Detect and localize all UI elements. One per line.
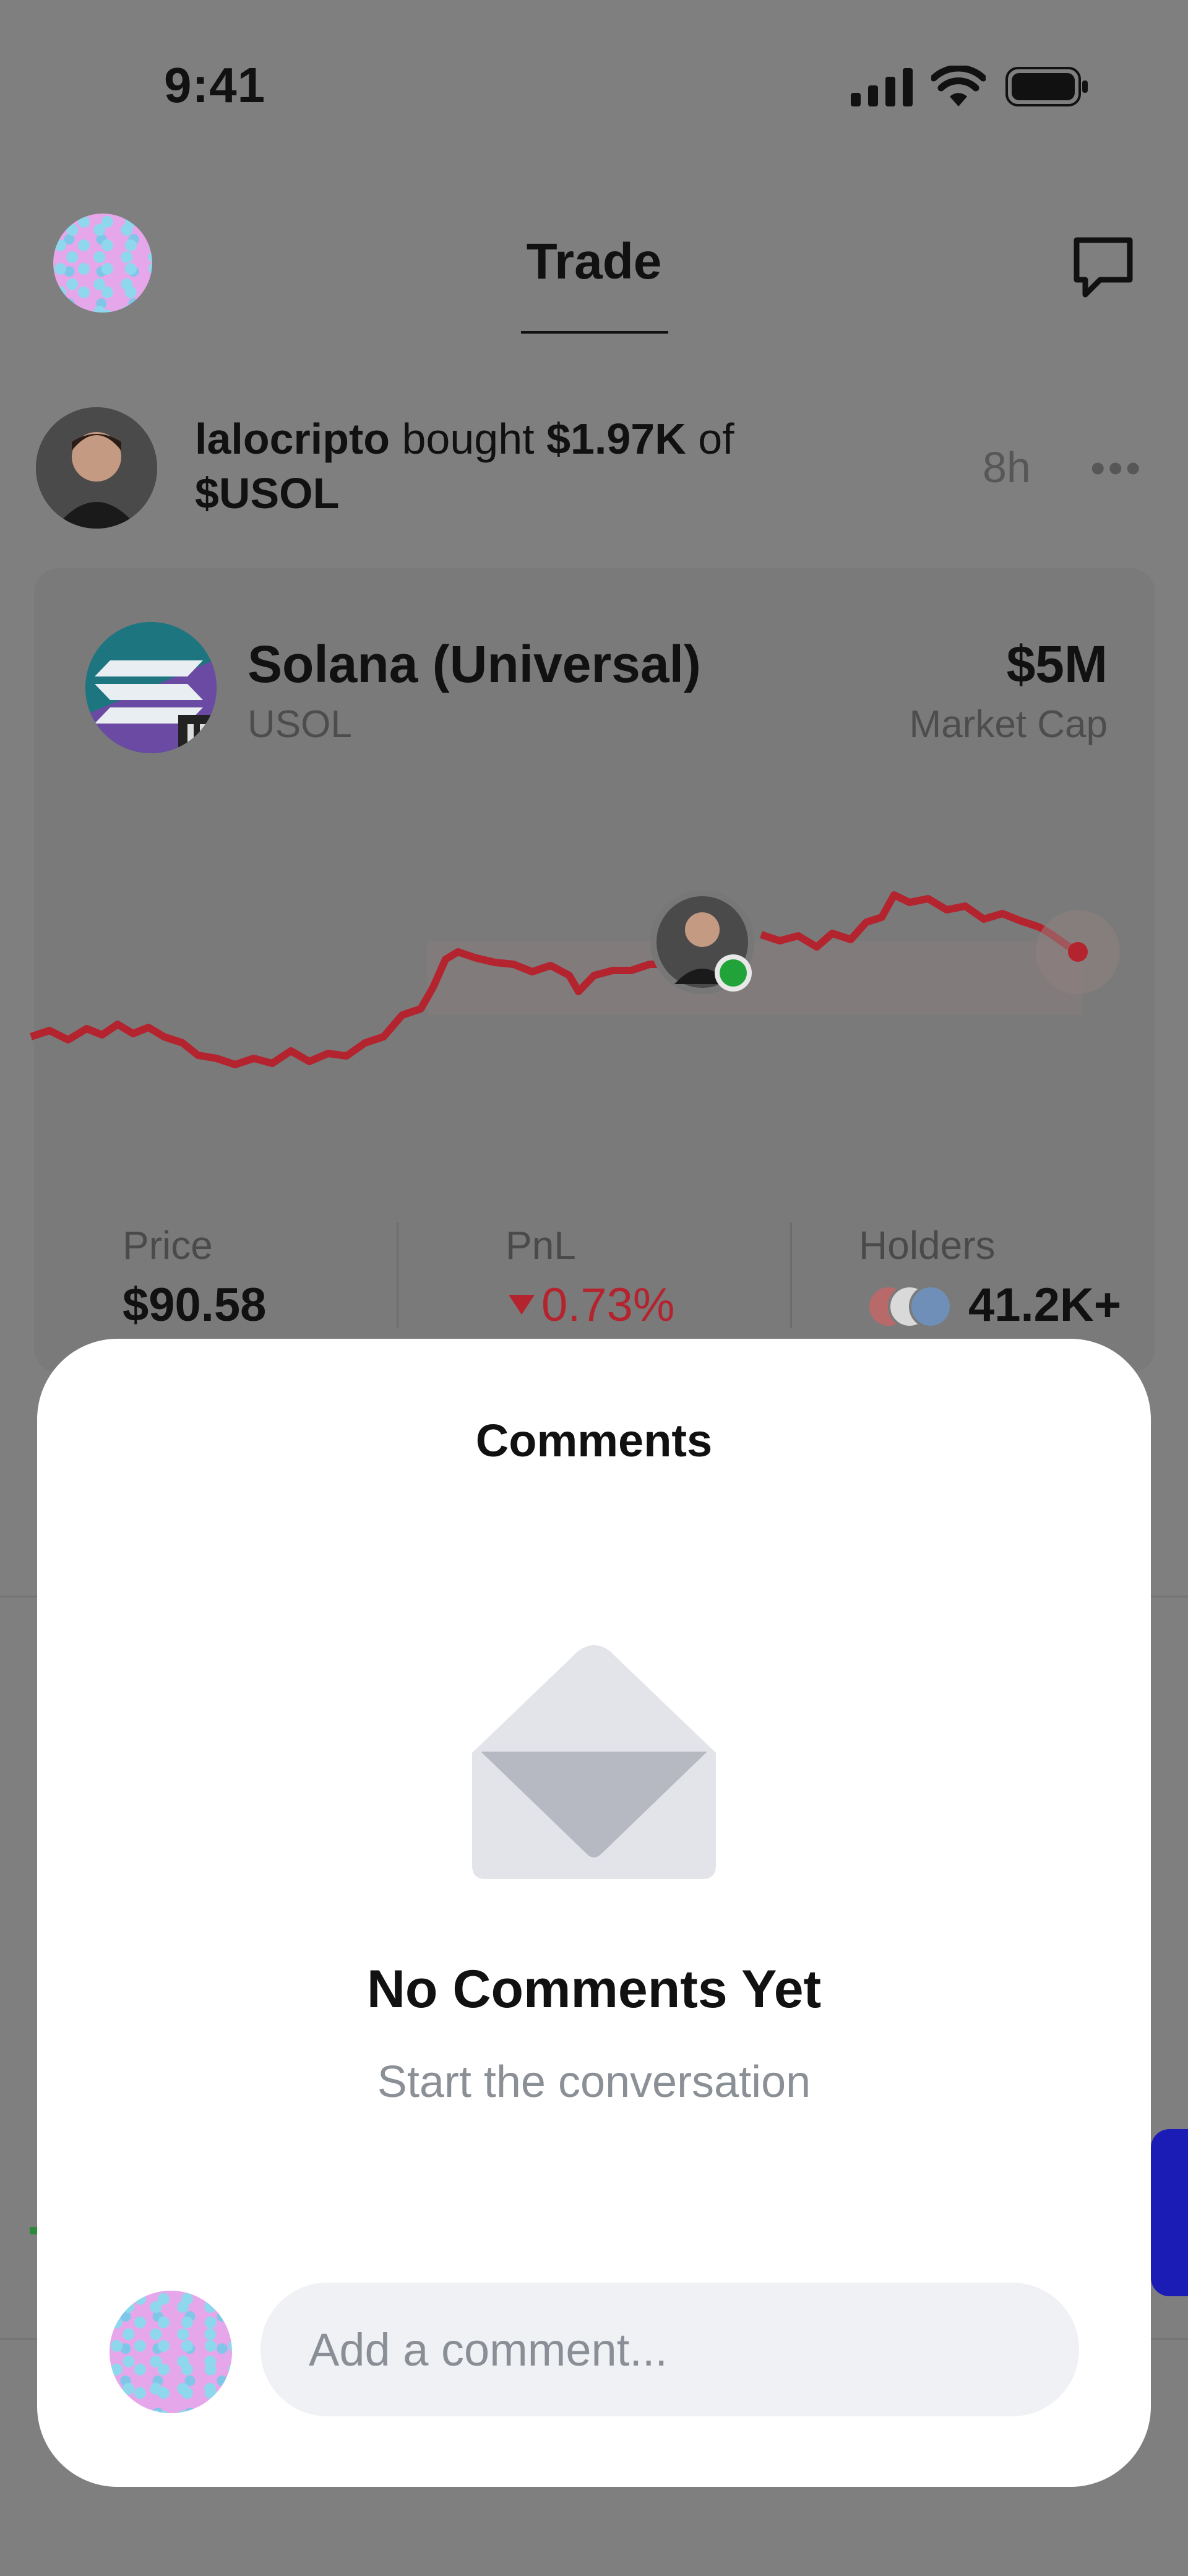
coin-name: Solana (Universal) bbox=[248, 635, 701, 693]
current-price-dot bbox=[1068, 942, 1088, 962]
price-value: $90.58 bbox=[123, 1279, 267, 1331]
trade-action-button[interactable] bbox=[1151, 2129, 1188, 2296]
coin-symbol: USOL bbox=[248, 703, 352, 746]
price-chart[interactable] bbox=[0, 854, 1188, 1102]
comments-title: Comments bbox=[475, 1415, 713, 1466]
activity-action: bought bbox=[402, 415, 535, 463]
market-cap-value: $5M bbox=[1006, 635, 1108, 693]
solana-logo-icon bbox=[85, 622, 217, 753]
cellular-signal-icon bbox=[851, 68, 913, 106]
activity-ticker[interactable]: $USOL bbox=[195, 469, 339, 517]
holder-avatars-icon bbox=[867, 1285, 952, 1328]
comment-input[interactable] bbox=[260, 2283, 1079, 2416]
activity-user[interactable]: lalocripto bbox=[195, 415, 390, 463]
stat-divider bbox=[397, 1222, 398, 1328]
activity-time: 8h bbox=[983, 443, 1031, 491]
pnl-label: PnL bbox=[506, 1223, 576, 1268]
market-cap-label: Market Cap bbox=[909, 703, 1108, 746]
empty-state-title: No Comments Yet bbox=[366, 1960, 822, 2019]
empty-envelope-icon bbox=[472, 1645, 716, 1879]
empty-state-subtitle: Start the conversation bbox=[377, 2057, 811, 2107]
wifi-icon bbox=[931, 66, 986, 106]
price-label: Price bbox=[123, 1223, 213, 1268]
down-arrow-icon bbox=[509, 1295, 535, 1315]
stat-divider bbox=[790, 1222, 792, 1328]
activity-amount: $1.97K bbox=[546, 415, 686, 463]
status-time: 9:41 bbox=[164, 58, 266, 113]
current-user-avatar bbox=[110, 2291, 232, 2413]
page-title[interactable]: Trade bbox=[0, 233, 1188, 291]
online-status-dot bbox=[720, 959, 747, 987]
tab-underline bbox=[521, 331, 668, 334]
comments-sheet: Comments No Comments Yet Start the conve… bbox=[37, 1339, 1151, 2487]
pnl-value: 0.73% bbox=[541, 1279, 675, 1331]
activity-preposition: of bbox=[698, 415, 734, 463]
holders-label: Holders bbox=[859, 1223, 996, 1268]
battery-icon bbox=[1005, 67, 1088, 106]
coin-logo bbox=[85, 622, 217, 753]
more-options-button[interactable]: ••• bbox=[1090, 443, 1143, 493]
activity-text: lalocripto bought $1.97K of $USOL bbox=[195, 412, 937, 521]
chart-highlight-band bbox=[427, 941, 1083, 1015]
message-icon[interactable] bbox=[1070, 235, 1136, 300]
person-photo-icon bbox=[36, 407, 157, 529]
holders-value: 41.2K+ bbox=[968, 1279, 1122, 1331]
user-avatar[interactable] bbox=[36, 407, 157, 529]
